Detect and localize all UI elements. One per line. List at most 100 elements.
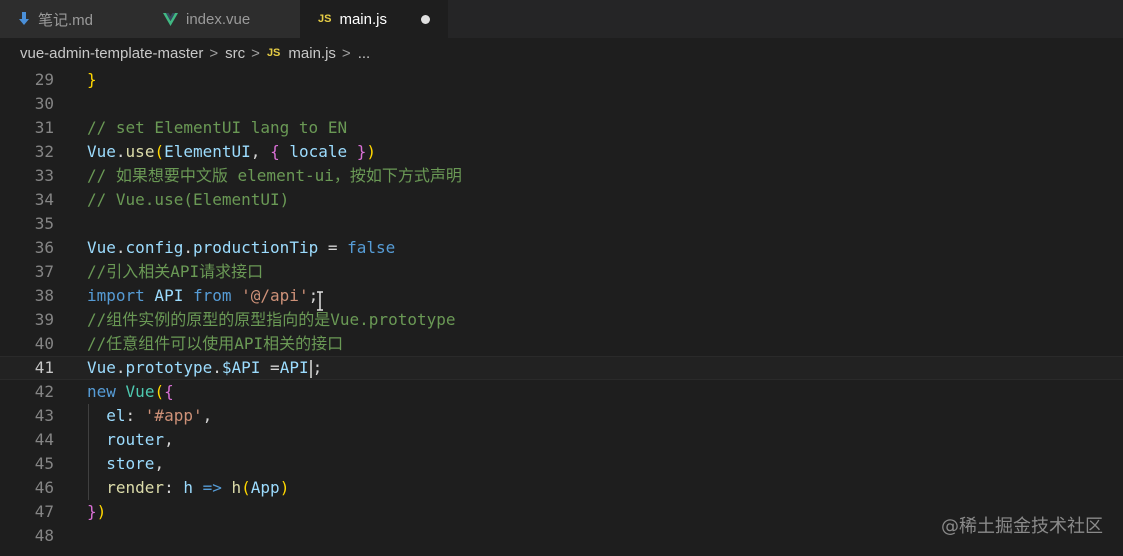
code-text[interactable]: //任意组件可以使用API相关的接口 (87, 332, 343, 356)
code-line[interactable]: 37 //引入相关API请求接口 (0, 260, 1123, 284)
line-number: 29 (34, 70, 54, 89)
code-token: '@/api' (241, 286, 309, 305)
code-line[interactable]: 43 el: '#app', (0, 404, 1123, 428)
tab-bar: 笔记.md index.vue JS main.js (0, 0, 1123, 38)
code-token: } (356, 142, 367, 161)
code-token: = (318, 238, 348, 257)
code-token: import (87, 286, 145, 305)
code-text[interactable]: // 如果想要中文版 element-ui，按如下方式声明 (87, 164, 462, 188)
tab-main-js[interactable]: JS main.js (300, 0, 448, 38)
tab-label: index.vue (186, 10, 251, 28)
code-token: use (125, 142, 155, 161)
code-token: ElementUI (164, 142, 251, 161)
code-text[interactable]: import API from '@/api'; (87, 284, 318, 308)
code-token: el (87, 406, 126, 425)
line-number: 43 (34, 406, 54, 425)
code-text[interactable]: // Vue.use(ElementUI) (87, 188, 289, 212)
code-token: . (212, 358, 222, 377)
code-token: h (183, 478, 193, 497)
code-line[interactable]: 40 //任意组件可以使用API相关的接口 (0, 332, 1123, 356)
code-text[interactable]: Vue.use(ElementUI, { locale }) (87, 140, 376, 164)
markdown-arrow-icon (18, 12, 30, 26)
code-line[interactable]: 32 Vue.use(ElementUI, { locale }) (0, 140, 1123, 164)
code-token: prototype (125, 358, 213, 377)
code-line[interactable]: 33 // 如果想要中文版 element-ui，按如下方式声明 (0, 164, 1123, 188)
code-token: render (87, 478, 165, 497)
code-text[interactable]: //组件实例的原型的原型指向的是Vue.prototype (87, 308, 456, 332)
code-text[interactable]: store, (87, 452, 164, 476)
code-token: . (115, 142, 126, 161)
line-number: 38 (34, 286, 54, 305)
code-token: ; (312, 358, 323, 377)
breadcrumb: vue-admin-template-master > src > JS mai… (0, 38, 1123, 68)
code-text[interactable]: } (87, 68, 97, 92)
code-text[interactable]: Vue.config.productionTip = false (87, 236, 395, 260)
code-editor[interactable]: 29} 30 31 // set ElementUI lang to EN 32 Vue.… (0, 68, 1123, 556)
code-text[interactable]: router, (87, 428, 174, 452)
breadcrumb-folder-root[interactable]: vue-admin-template-master (20, 45, 203, 62)
code-token: Vue (87, 358, 116, 377)
code-line[interactable]: 29} (0, 68, 1123, 92)
code-token: locale (279, 142, 357, 161)
code-text[interactable]: //引入相关API请求接口 (87, 260, 263, 284)
breadcrumb-more[interactable]: ... (358, 45, 371, 62)
code-token: false (347, 238, 396, 257)
code-line[interactable]: 35 (0, 212, 1123, 236)
code-token: //组件实例的原型的原型指向的是Vue.prototype (87, 310, 456, 329)
code-line[interactable]: 42 new Vue({ (0, 380, 1123, 404)
breadcrumb-file[interactable]: main.js (288, 45, 336, 62)
watermark: @稀土掘金技术社区 (941, 516, 1103, 537)
code-token: . (183, 238, 193, 257)
line-number: 37 (34, 262, 54, 281)
code-token: Vue (125, 382, 155, 401)
code-token: API (279, 358, 309, 377)
code-line[interactable]: 34 // Vue.use(ElementUI) (0, 188, 1123, 212)
code-token: Vue (87, 142, 116, 161)
code-text[interactable]: render: h => h(App) (87, 476, 289, 500)
line-number: 45 (34, 454, 54, 473)
code-text[interactable]: // set ElementUI lang to EN (87, 116, 347, 140)
text-cursor-icon (317, 291, 323, 311)
code-line[interactable]: 44 router, (0, 428, 1123, 452)
code-line[interactable]: 38 import API from '@/api'; (0, 284, 1123, 308)
code-token: , (154, 454, 165, 473)
code-token: } (87, 502, 97, 521)
code-token: : (164, 478, 184, 497)
tab-label: main.js (339, 10, 387, 28)
line-number: 40 (34, 334, 54, 353)
code-token: productionTip (192, 238, 319, 257)
code-line[interactable]: 45 store, (0, 452, 1123, 476)
tab-notes-md[interactable]: 笔记.md (0, 0, 145, 38)
code-token: ( (154, 142, 165, 161)
code-token: , (164, 430, 174, 449)
vue-icon (163, 12, 178, 26)
chevron-right-icon: > (251, 44, 260, 62)
code-token: , (250, 142, 271, 161)
code-text[interactable]: }) (87, 500, 106, 524)
code-token: store (87, 454, 155, 473)
breadcrumb-folder-src[interactable]: src (225, 45, 245, 62)
tab-label: 笔记.md (38, 11, 94, 29)
code-line[interactable]: 31 // set ElementUI lang to EN (0, 116, 1123, 140)
code-line[interactable]: 39 //组件实例的原型的原型指向的是Vue.prototype (0, 308, 1123, 332)
code-line[interactable]: 41 Vue.prototype.$API =API; (0, 356, 1123, 380)
code-token: Vue (87, 238, 116, 257)
code-text[interactable]: new Vue({ (87, 380, 174, 404)
code-line[interactable]: 30 (0, 92, 1123, 116)
line-number: 36 (34, 238, 54, 257)
line-number: 33 (34, 166, 54, 185)
code-text[interactable]: Vue.prototype.$API =API; (87, 357, 322, 379)
tab-index-vue[interactable]: index.vue (145, 0, 300, 38)
unsaved-dot-icon[interactable] (420, 14, 430, 24)
code-token: // set ElementUI lang to EN (87, 118, 348, 137)
code-line[interactable]: 36 Vue.config.productionTip = false (0, 236, 1123, 260)
code-token: '#app' (144, 406, 203, 425)
code-text[interactable]: el: '#app', (87, 404, 212, 428)
code-line[interactable]: 46 render: h => h(App) (0, 476, 1123, 500)
chevron-right-icon: > (341, 44, 351, 62)
code-token: . (115, 238, 126, 257)
code-token: new (87, 382, 116, 401)
code-token: ) (366, 142, 377, 161)
code-token: ) (279, 478, 290, 497)
text-caret (309, 359, 312, 378)
